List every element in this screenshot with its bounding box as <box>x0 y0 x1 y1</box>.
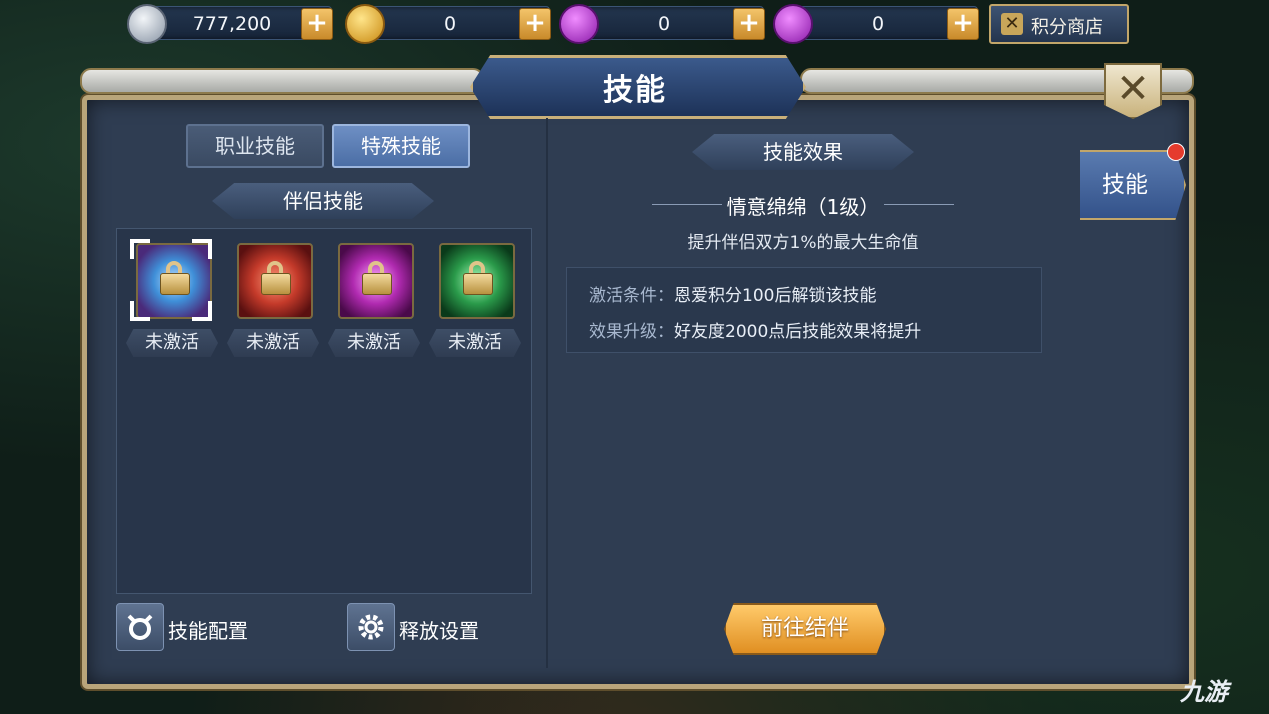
lock-icon <box>261 261 291 295</box>
decor-line <box>884 204 954 205</box>
currency-gold: 0 + <box>345 4 551 44</box>
skill-name: 情意绵绵（1级） <box>652 191 954 220</box>
currency-value: 777,200 <box>192 13 272 35</box>
add-silver-button[interactable]: + <box>301 8 333 40</box>
window-title: 技能 <box>603 73 667 108</box>
skill-slot-2[interactable] <box>237 243 313 319</box>
partner-skills-header: 伴侣技能 <box>212 183 434 219</box>
lock-icon <box>362 261 392 295</box>
skill-name-text: 情意绵绵（1级） <box>726 195 880 219</box>
skill-config-label: 技能配置 <box>168 619 248 643</box>
condition-value: 恩爱积分100后解锁该技能 <box>674 286 877 306</box>
currency-value: 0 <box>443 13 457 35</box>
effect-header: 技能效果 <box>692 134 914 170</box>
skill-status: 未激活 <box>429 329 521 357</box>
watermark-logo: 九游 <box>1180 678 1228 706</box>
add-gold-button[interactable]: + <box>519 8 551 40</box>
add-gem-button[interactable]: + <box>947 8 979 40</box>
tab-job-skills[interactable]: 职业技能 <box>186 124 324 168</box>
gear-icon <box>347 603 395 651</box>
currency-bound-gem: 0 + <box>559 4 765 44</box>
currency-gem: 0 + <box>773 4 979 44</box>
notification-dot <box>1167 143 1185 161</box>
purple-gem-lock-icon <box>559 4 599 44</box>
shop-icon: ✕ <box>1001 13 1023 35</box>
condition-row: 效果升级：好友度2000点后技能效果将提升 <box>589 317 921 342</box>
condition-key: 激活条件： <box>589 286 674 306</box>
tab-special-skills[interactable]: 特殊技能 <box>332 124 470 168</box>
release-settings-label: 释放设置 <box>399 619 479 643</box>
skill-slot-3[interactable] <box>338 243 414 319</box>
condition-key: 效果升级： <box>589 322 674 342</box>
skill-status: 未激活 <box>227 329 319 357</box>
skill-slot-4[interactable] <box>439 243 515 319</box>
purple-gem-icon <box>773 4 813 44</box>
currency-silver: 777,200 + <box>127 4 333 44</box>
go-partner-button[interactable]: 前往结伴 <box>724 603 886 655</box>
panel-divider <box>546 118 548 668</box>
condition-value: 好友度2000点后技能效果将提升 <box>674 322 922 342</box>
skill-status: 未激活 <box>126 329 218 357</box>
points-shop-button[interactable]: ✕ 积分商店 <box>989 4 1129 44</box>
currency-value: 0 <box>657 13 671 35</box>
gold-coin-icon <box>345 4 385 44</box>
skill-description: 提升伴侣双方1%的最大生命值 <box>687 233 919 253</box>
lock-icon <box>463 261 493 295</box>
decor-line <box>652 204 722 205</box>
add-bound-gem-button[interactable]: + <box>733 8 765 40</box>
skill-status: 未激活 <box>328 329 420 357</box>
currency-value: 0 <box>871 13 885 35</box>
selection-frame <box>130 239 212 321</box>
silver-coin-icon <box>127 4 167 44</box>
conditions-box: 激活条件：恩爱积分100后解锁该技能 效果升级：好友度2000点后技能效果将提升 <box>566 267 1042 353</box>
points-shop-label: 积分商店 <box>1031 17 1103 38</box>
condition-row: 激活条件：恩爱积分100后解锁该技能 <box>589 281 876 306</box>
side-tab-skills[interactable]: 技能 <box>1080 150 1186 220</box>
rail-left <box>80 68 484 94</box>
skill-config-icon <box>116 603 164 651</box>
